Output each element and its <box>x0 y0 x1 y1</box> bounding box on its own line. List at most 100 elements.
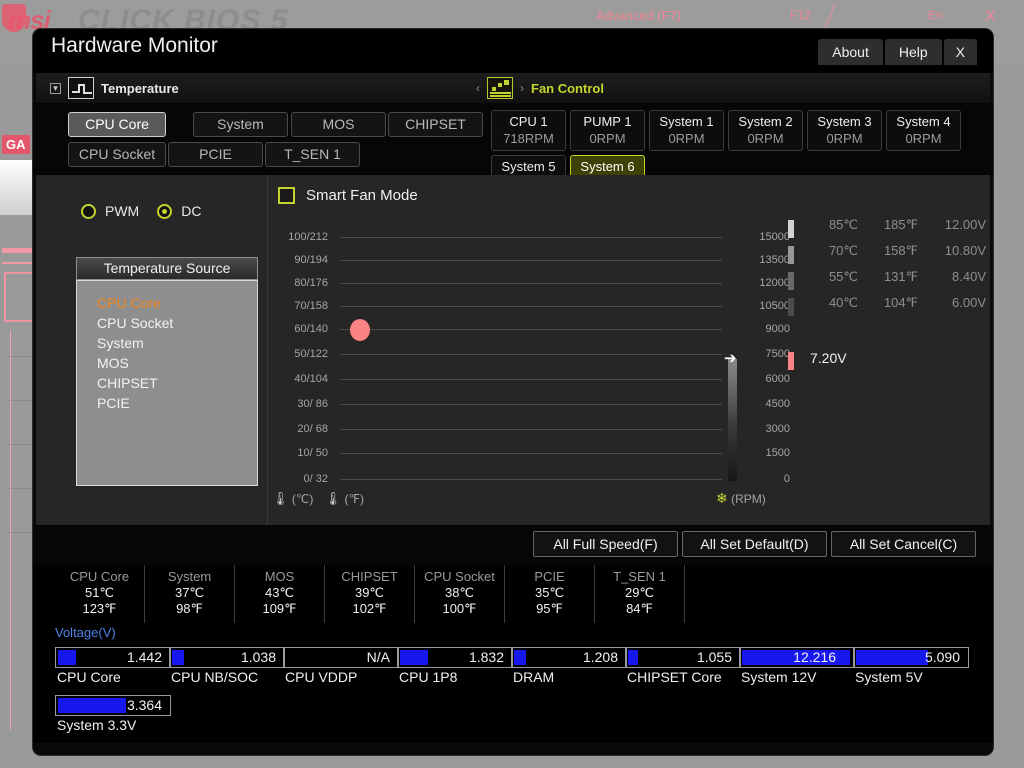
temp-readout-celsius: 39℃ <box>354 585 385 600</box>
right-axis-units: ❄ (RPM) <box>716 490 766 507</box>
temp-readout-fahrenheit: 109℉ <box>262 601 297 616</box>
fan-tab-pump-1[interactable]: PUMP 1 0RPM <box>570 110 645 151</box>
temp-tab-cpu-socket[interactable]: CPU Socket <box>68 142 166 167</box>
voltage-label: CPU NB/SOC <box>171 669 259 685</box>
y-right-tick: 7500 <box>765 348 790 360</box>
temp-source-item-mos[interactable]: MOS <box>97 353 257 373</box>
fan-control-section-header[interactable]: ‹ › Fan Control <box>476 73 604 103</box>
legend-swatch <box>788 220 794 238</box>
gridline <box>340 329 722 330</box>
voltage-value: N/A <box>366 649 390 665</box>
all-full-speed-button[interactable]: All Full Speed(F) <box>533 531 678 557</box>
y-right-tick: 9000 <box>765 323 790 335</box>
smart-fan-mode-row[interactable]: Smart Fan Mode <box>278 187 418 204</box>
legend-swatch <box>788 272 794 290</box>
fan-tab-cpu-1[interactable]: CPU 1 718RPM <box>491 110 566 151</box>
temperature-source-list[interactable]: CPU Core CPU Socket System MOS CHIPSET P… <box>76 280 258 486</box>
y-left-tick: 70/158 <box>294 300 328 312</box>
fan-tab-name: System 2 <box>738 114 793 129</box>
voltage-cpu-vddp: N/A CPU VDDP <box>283 647 399 687</box>
fan-tab-name: System 6 <box>580 159 635 174</box>
fan-tab-rpm: 718RPM <box>503 131 554 146</box>
voltage-value: 1.832 <box>468 649 504 665</box>
temp-tab-cpu-core[interactable]: CPU Core <box>68 112 166 137</box>
fan-icon: ❄ <box>716 490 728 506</box>
voltage-row-2: 3.364 System 3.3V <box>55 695 975 737</box>
voltage-gauge: N/A <box>283 647 399 668</box>
close-button[interactable]: X <box>943 39 977 65</box>
voltage-value: 1.442 <box>126 649 162 665</box>
fan-control-section-label: Fan Control <box>531 80 604 96</box>
y-left-tick: 10/ 50 <box>297 447 328 459</box>
legend-voltage: 6.00V <box>952 295 986 310</box>
voltage-fill <box>514 650 526 665</box>
pwm-label: PWM <box>105 203 140 219</box>
advanced-mode-hint[interactable]: Advanced (F7) <box>596 8 681 23</box>
bios-close-hint[interactable]: X <box>985 8 996 26</box>
pwm-radio[interactable] <box>81 203 96 219</box>
temp-source-item-cpu-core[interactable]: CPU Core <box>97 293 257 313</box>
voltage-fill <box>400 650 428 665</box>
temp-tab-mos[interactable]: MOS <box>291 112 386 137</box>
temp-readout-celsius: 35℃ <box>534 585 565 600</box>
voltage-system-12v: 12.216 System 12V <box>739 647 855 687</box>
legend-swatch <box>788 246 794 264</box>
temp-source-item-system[interactable]: System <box>97 333 257 353</box>
help-button[interactable]: Help <box>884 39 942 65</box>
temp-readout-celsius: 37℃ <box>174 585 205 600</box>
y-right-tick: 13500 <box>759 254 790 266</box>
prev-section-arrow[interactable]: ‹ <box>476 81 480 95</box>
temperature-section-header[interactable]: ▾ Temperature <box>50 73 179 103</box>
voltage-gauge: 1.055 <box>625 647 741 668</box>
fan-speed-slider[interactable] <box>728 359 737 481</box>
y-right-tick: 3000 <box>765 423 790 435</box>
temp-source-item-chipset[interactable]: CHIPSET <box>97 373 257 393</box>
all-set-default-button[interactable]: All Set Default(D) <box>682 531 827 557</box>
language-hint[interactable]: En <box>928 8 943 22</box>
dc-radio[interactable] <box>157 203 173 219</box>
gridline <box>340 479 722 480</box>
voltage-value: 12.216 <box>793 649 836 665</box>
voltage-cpu-core: 1.442 CPU Core <box>55 647 171 687</box>
fan-tab-system-4[interactable]: System 4 0RPM <box>886 110 961 151</box>
legend-row: 55℃ 131℉ 8.40V <box>788 269 988 295</box>
temp-readout-fahrenheit: 100℉ <box>442 601 477 616</box>
voltage-gauge: 5.090 <box>853 647 969 668</box>
left-axis-units: 🌡 (℃) 🌡 (℉) <box>272 491 364 507</box>
next-section-arrow[interactable]: › <box>520 81 524 95</box>
legend-swatch <box>788 298 794 316</box>
about-button[interactable]: About <box>818 39 883 65</box>
fan-curve-graph[interactable]: 100/212 90/194 80/176 70/158 60/140 50/1… <box>268 217 990 509</box>
smart-fan-mode-checkbox[interactable] <box>278 187 295 204</box>
unit-fahrenheit: (℉) <box>344 492 364 506</box>
temp-source-item-cpu-socket[interactable]: CPU Socket <box>97 313 257 333</box>
legend-voltage: 8.40V <box>952 269 986 284</box>
fan-curve-control-point[interactable] <box>350 319 370 341</box>
fan-mode-radio-group: PWM DC <box>81 203 210 219</box>
collapse-icon[interactable]: ▾ <box>50 82 61 94</box>
screenshot-hint[interactable]: F12 <box>790 8 811 22</box>
temp-tab-system[interactable]: System <box>193 112 288 137</box>
tabs-region: CPU Core System MOS CHIPSET CPU Socket P… <box>33 103 993 196</box>
fan-tab-system-3[interactable]: System 3 0RPM <box>807 110 882 151</box>
temp-readout-name: CPU Socket <box>424 569 495 584</box>
fan-tab-system-1[interactable]: System 1 0RPM <box>649 110 724 151</box>
all-set-cancel-button[interactable]: All Set Cancel(C) <box>831 531 976 557</box>
voltage-system-5v: 5.090 System 5V <box>853 647 969 687</box>
dc-label: DC <box>181 203 202 219</box>
temp-tab-tsen1[interactable]: T_SEN 1 <box>265 142 360 167</box>
voltage-label: System 3.3V <box>57 717 137 733</box>
gridline <box>340 404 722 405</box>
legend-voltage: 12.00V <box>944 217 986 232</box>
current-voltage-swatch <box>788 352 794 370</box>
voltage-fill <box>58 650 76 665</box>
temp-tab-chipset[interactable]: CHIPSET <box>388 112 483 137</box>
temp-tab-pcie[interactable]: PCIE <box>168 142 263 167</box>
fan-tab-name: System 3 <box>817 114 872 129</box>
gridline <box>340 283 722 284</box>
legend-row: 40℃ 104℉ 6.00V <box>788 295 988 321</box>
fan-tab-name: System 4 <box>896 114 951 129</box>
fan-tab-system-2[interactable]: System 2 0RPM <box>728 110 803 151</box>
temp-source-item-pcie[interactable]: PCIE <box>97 393 257 413</box>
right-pane: Smart Fan Mode 100/212 90/194 80/176 70/… <box>268 175 990 525</box>
